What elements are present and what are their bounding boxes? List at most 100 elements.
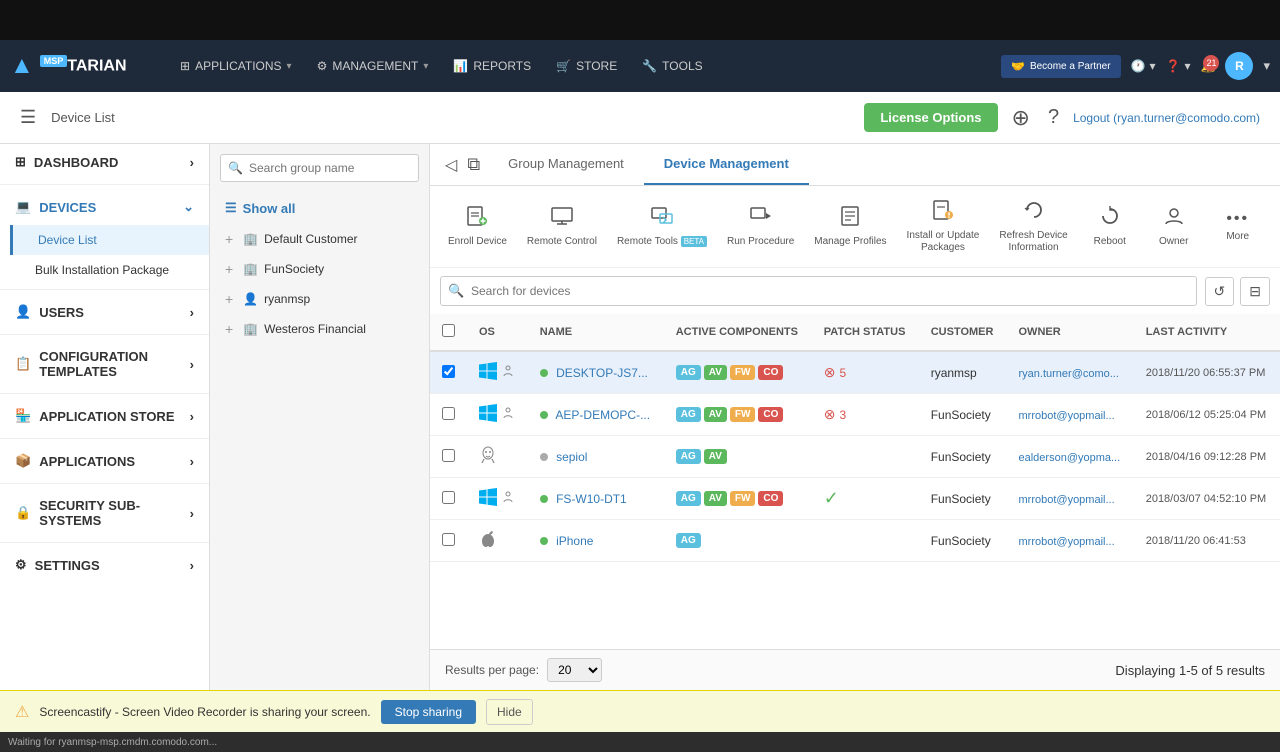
refresh-search-button[interactable]: ↺	[1205, 277, 1235, 306]
owner-link[interactable]: ryan.turner@como...	[1019, 368, 1119, 380]
group-item-ryanmsp[interactable]: + 👤 ryanmsp	[210, 284, 429, 314]
group-item-funsociety[interactable]: + 🏢 FunSociety	[210, 254, 429, 284]
owner-link[interactable]: mrrobot@yopmail...	[1019, 536, 1115, 548]
warning-icon: ⚠	[15, 702, 29, 722]
list-icon: ☰	[225, 200, 237, 216]
logout-link[interactable]: Logout (ryan.turner@comodo.com)	[1073, 111, 1260, 125]
add-button[interactable]: ⊕	[1008, 101, 1034, 135]
device-name-link[interactable]: DESKTOP-JS7...	[556, 366, 648, 380]
sidebar-sub-devices: Device List Bulk Installation Package	[0, 225, 209, 285]
notif-badge: 21	[1203, 55, 1219, 71]
customer-cell: ryanmsp	[919, 351, 1007, 394]
sidebar-item-app-store[interactable]: 🏪 APPLICATION STORE	[0, 398, 209, 434]
partner-button[interactable]: 🤝 Become a Partner	[1001, 55, 1120, 78]
nav-reports[interactable]: 📊 REPORTS	[443, 53, 541, 79]
sidebar-item-users[interactable]: 👤 USERS	[0, 294, 209, 330]
group-item-default-customer[interactable]: + 🏢 Default Customer	[210, 224, 429, 254]
device-name-link[interactable]: sepiol	[556, 450, 587, 464]
tab-device-management[interactable]: Device Management	[644, 144, 809, 185]
select-all-checkbox[interactable]	[442, 324, 455, 337]
row-checkbox[interactable]	[442, 407, 455, 420]
remote-control-button[interactable]: Remote Control	[519, 200, 605, 253]
row-checkbox-cell	[430, 394, 467, 436]
device-search-input[interactable]	[440, 276, 1197, 306]
more-button[interactable]: ••• More	[1208, 205, 1268, 248]
sidebar-item-applications[interactable]: 📦 APPLICATIONS	[0, 443, 209, 479]
sidebar: ⊞ DASHBOARD 💻 DEVICES Device List Bulk I…	[0, 144, 210, 690]
more-icon: •••	[1226, 210, 1249, 228]
component-badge-av: AV	[704, 407, 727, 422]
refresh-device-button[interactable]: Refresh DeviceInformation	[991, 194, 1075, 259]
device-table: OS NAME ACTIVE COMPONENTS PATCH STATUS C…	[430, 314, 1280, 649]
user-chevron: ▾	[1263, 58, 1270, 74]
menu-toggle[interactable]: ☰	[20, 107, 36, 128]
sidebar-item-dashboard[interactable]: ⊞ DASHBOARD	[0, 144, 209, 180]
sidebar-item-bulk-install[interactable]: Bulk Installation Package	[10, 255, 209, 285]
group-search-input[interactable]	[220, 154, 419, 182]
run-procedure-button[interactable]: Run Procedure	[719, 200, 802, 253]
clock-icon: 🕐	[1131, 59, 1146, 73]
applications-icon: 📦	[15, 453, 31, 469]
building-icon: 🏢	[243, 232, 258, 246]
status-indicator	[540, 495, 548, 503]
tab-group-management[interactable]: Group Management	[488, 144, 644, 185]
reboot-button[interactable]: Reboot	[1080, 200, 1140, 253]
sidebar-item-devices[interactable]: 💻 DEVICES	[0, 189, 209, 225]
status-text: Waiting for ryanmsp-msp.cmdm.comodo.com.…	[8, 737, 217, 748]
reboot-icon	[1099, 205, 1121, 233]
logo-icon: ▲	[10, 52, 34, 80]
license-options-button[interactable]: License Options	[864, 103, 997, 132]
os-cell	[467, 394, 528, 436]
divider	[0, 393, 209, 394]
clock-btn[interactable]: 🕐 ▾	[1131, 59, 1156, 73]
group-item-westeros[interactable]: + 🏢 Westeros Financial	[210, 314, 429, 344]
device-list-label: Device List	[38, 233, 97, 247]
tab-toggle-btn[interactable]: ◁	[440, 150, 462, 180]
owner-link[interactable]: mrrobot@yopmail...	[1019, 410, 1115, 422]
row-checkbox[interactable]	[442, 449, 455, 462]
activity-header: LAST ACTIVITY	[1134, 314, 1280, 351]
user-avatar[interactable]: R	[1225, 52, 1253, 80]
sidebar-item-settings[interactable]: ⚙ SETTINGS	[0, 547, 209, 583]
remote-tools-button[interactable]: Remote Tools BETA	[609, 200, 715, 253]
help-btn[interactable]: ❓ ▾	[1166, 59, 1191, 73]
settings-label: SETTINGS	[35, 558, 100, 573]
sidebar-item-config-templates[interactable]: 📋 CONFIGURATION TEMPLATES	[0, 339, 209, 389]
row-checkbox[interactable]	[442, 533, 455, 546]
nav-applications[interactable]: ⊞ APPLICATIONS ▾	[170, 53, 302, 79]
applications-label: APPLICATIONS	[39, 454, 135, 469]
owner-button[interactable]: Owner	[1144, 200, 1204, 253]
chevron-right-icon	[190, 506, 194, 521]
device-name-link[interactable]: iPhone	[556, 534, 593, 548]
expand-icon: +	[225, 261, 233, 277]
per-page-select[interactable]: 20 50 100	[547, 658, 602, 682]
patch-ok-icon: ✓	[824, 488, 839, 509]
run-procedure-icon	[750, 205, 772, 233]
row-checkbox[interactable]	[442, 491, 455, 504]
app-store-label: APPLICATION STORE	[39, 409, 174, 424]
msp-badge: MSP	[40, 55, 68, 67]
sidebar-item-security[interactable]: 🔒 SECURITY SUB-SYSTEMS	[0, 488, 209, 538]
status-indicator	[540, 411, 548, 419]
nav-management[interactable]: ⚙ MANAGEMENT ▾	[307, 53, 439, 79]
sidebar-item-device-list[interactable]: Device List	[10, 225, 209, 255]
notifications-btn[interactable]: 🔔 21	[1201, 59, 1216, 73]
manage-profiles-button[interactable]: Manage Profiles	[806, 200, 894, 253]
show-all-button[interactable]: ☰ Show all	[210, 192, 429, 224]
nav-tools[interactable]: 🔧 TOOLS	[632, 53, 712, 79]
top-bar	[0, 0, 1280, 40]
filter-button[interactable]: ⊟	[1240, 277, 1270, 306]
device-name-link[interactable]: AEP-DEMOPC-...	[555, 408, 650, 422]
owner-link[interactable]: mrrobot@yopmail...	[1019, 494, 1115, 506]
device-name-link[interactable]: FS-W10-DT1	[556, 492, 627, 506]
nav-store[interactable]: 🛒 STORE	[546, 53, 627, 79]
hide-button[interactable]: Hide	[486, 699, 533, 725]
status-indicator	[540, 537, 548, 545]
owner-link[interactable]: ealderson@yopma...	[1019, 452, 1121, 464]
divider	[0, 483, 209, 484]
enroll-device-button[interactable]: Enroll Device	[440, 200, 515, 253]
group-label: ryanmsp	[264, 292, 310, 306]
install-update-button[interactable]: Install or UpdatePackages	[899, 194, 988, 259]
help-button[interactable]: ?	[1044, 102, 1063, 133]
row-checkbox[interactable]	[442, 365, 455, 378]
